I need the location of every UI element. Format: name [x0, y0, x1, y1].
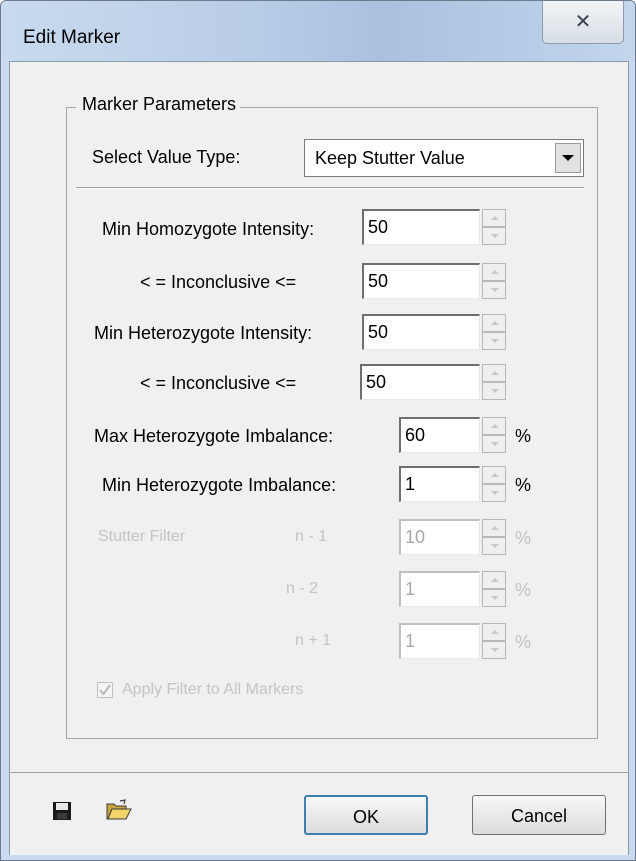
homozygote-inconclusive-label: < = Inconclusive <= — [140, 272, 297, 292]
spin-up-button[interactable] — [482, 364, 506, 382]
spin-up-button[interactable] — [482, 519, 506, 537]
heterozygote-inconclusive-label: < = Inconclusive <= — [140, 373, 297, 393]
edit-marker-dialog: Edit Marker ✕ Marker Parameters Select V… — [0, 0, 636, 861]
value-type-selected: Keep Stutter Value — [315, 148, 465, 168]
percent-unit: % — [515, 632, 532, 652]
stutter-n-minus-2-label: n - 2 — [286, 580, 319, 597]
close-icon: ✕ — [574, 11, 592, 33]
checkmark-icon — [99, 684, 111, 696]
cancel-button[interactable]: Cancel — [472, 795, 606, 835]
field-value: 50 — [368, 271, 389, 291]
homozygote-inconclusive-input[interactable]: 50 — [362, 263, 480, 299]
min-heterozygote-intensity-input[interactable]: 50 — [362, 314, 480, 350]
heterozygote-inconclusive-spinner[interactable] — [482, 364, 506, 400]
spin-down-button[interactable] — [482, 382, 506, 400]
min-heterozygote-imbalance-input[interactable]: 1 — [399, 466, 480, 502]
value-type-label: Select Value Type: — [92, 147, 241, 167]
ok-label: OK — [352, 807, 379, 827]
stutter-n-minus-2-spinner[interactable] — [482, 571, 506, 607]
percent-unit: % — [515, 475, 532, 495]
dialog-body: Marker Parameters Select Value Type: Kee… — [9, 61, 629, 855]
spin-up-button[interactable] — [482, 314, 506, 332]
percent-unit: % — [515, 580, 532, 600]
stutter-n-minus-1-spinner[interactable] — [482, 519, 506, 555]
max-heterozygote-imbalance-label: Max Heterozygote Imbalance: — [94, 426, 334, 446]
apply-all-label: Apply Filter to All Markers — [122, 681, 304, 698]
save-icon[interactable] — [52, 801, 72, 826]
homozygote-inconclusive-spinner[interactable] — [482, 263, 506, 299]
stutter-n-minus-2-input[interactable]: 1 — [399, 571, 480, 607]
stutter-n-minus-1-input[interactable]: 10 — [399, 519, 480, 555]
spin-down-button[interactable] — [482, 641, 506, 659]
stutter-n-minus-1-label: n - 1 — [295, 528, 328, 545]
field-value: 50 — [366, 372, 387, 392]
spin-down-button[interactable] — [482, 332, 506, 350]
chevron-down-icon[interactable] — [555, 143, 581, 173]
field-value: 10 — [405, 527, 426, 547]
field-value: 50 — [368, 322, 389, 342]
min-heterozygote-imbalance-spinner[interactable] — [482, 466, 506, 502]
value-type-select[interactable]: Keep Stutter Value — [304, 139, 584, 177]
spin-down-button[interactable] — [482, 435, 506, 453]
field-value: 50 — [368, 217, 389, 237]
stutter-n-plus-1-spinner[interactable] — [482, 623, 506, 659]
cancel-label: Cancel — [510, 806, 568, 826]
max-heterozygote-imbalance-input[interactable]: 60 — [399, 417, 480, 453]
spin-up-button[interactable] — [482, 571, 506, 589]
spin-up-button[interactable] — [482, 466, 506, 484]
percent-unit: % — [515, 528, 532, 548]
open-folder-icon[interactable] — [106, 799, 132, 826]
close-button[interactable]: ✕ — [542, 1, 624, 44]
ok-button[interactable]: OK — [304, 795, 428, 835]
spin-up-button[interactable] — [482, 623, 506, 641]
divider — [76, 187, 584, 189]
stutter-n-plus-1-input[interactable]: 1 — [399, 623, 480, 659]
spin-down-button[interactable] — [482, 227, 506, 245]
spin-down-button[interactable] — [482, 484, 506, 502]
min-homozygote-intensity-input[interactable]: 50 — [362, 209, 480, 245]
field-value: 60 — [405, 425, 426, 445]
min-homozygote-intensity-label: Min Homozygote Intensity: — [102, 219, 315, 239]
spin-down-button[interactable] — [482, 537, 506, 555]
max-heterozygote-imbalance-spinner[interactable] — [482, 417, 506, 453]
field-value: 1 — [405, 631, 416, 651]
spin-up-button[interactable] — [482, 209, 506, 227]
field-value: 1 — [405, 474, 416, 494]
spin-up-button[interactable] — [482, 263, 506, 281]
title-bar[interactable]: Edit Marker ✕ — [1, 1, 635, 61]
spin-down-button[interactable] — [482, 281, 506, 299]
spin-down-button[interactable] — [482, 589, 506, 607]
min-homozygote-intensity-spinner[interactable] — [482, 209, 506, 245]
apply-all-checkbox[interactable] — [97, 682, 113, 698]
min-heterozygote-intensity-spinner[interactable] — [482, 314, 506, 350]
button-bar: OK Cancel — [10, 772, 628, 855]
percent-unit: % — [515, 426, 532, 446]
heterozygote-inconclusive-input[interactable]: 50 — [360, 364, 480, 400]
stutter-n-plus-1-label: n + 1 — [295, 632, 332, 649]
dialog-title: Edit Marker — [23, 27, 121, 48]
spin-up-button[interactable] — [482, 417, 506, 435]
field-value: 1 — [405, 579, 416, 599]
min-heterozygote-imbalance-label: Min Heterozygote Imbalance: — [102, 475, 337, 495]
group-label: Marker Parameters — [76, 94, 241, 115]
stutter-filter-label: Stutter Filter — [98, 528, 186, 545]
min-heterozygote-intensity-label: Min Heterozygote Intensity: — [94, 323, 313, 343]
